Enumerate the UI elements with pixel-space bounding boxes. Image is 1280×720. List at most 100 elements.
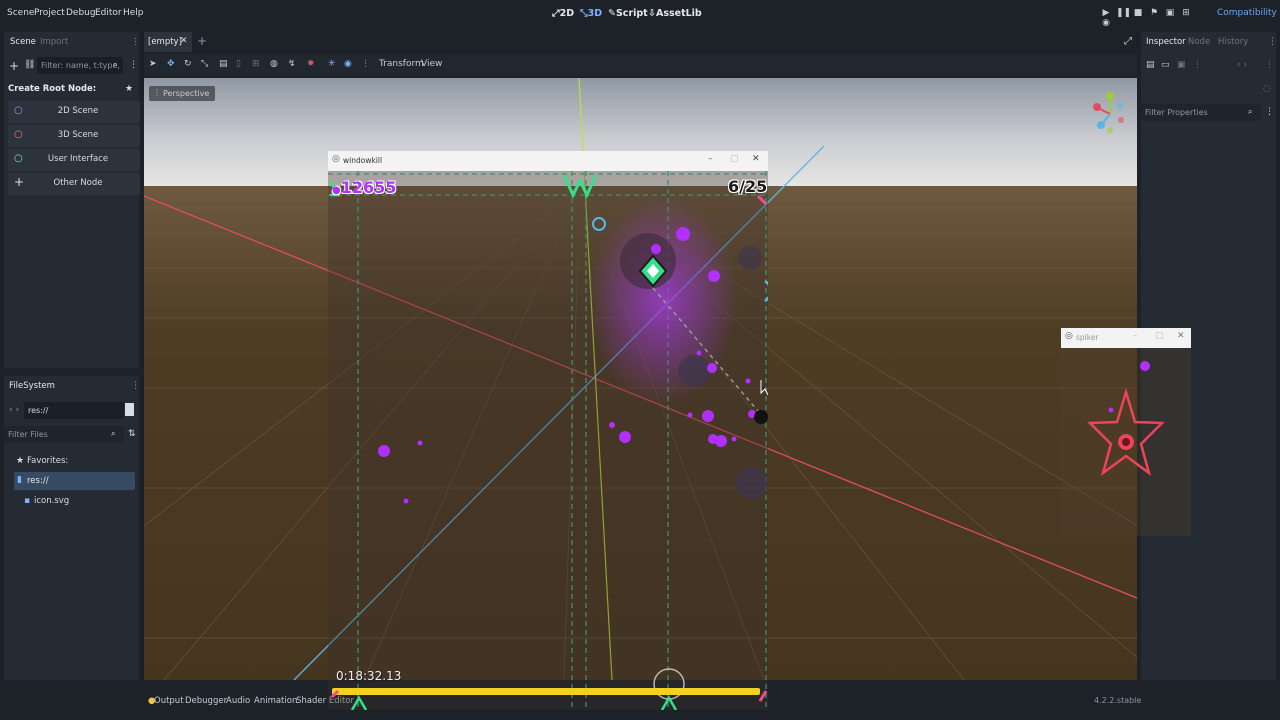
tab-audio[interactable]: Audio: [226, 696, 250, 706]
menu-editor[interactable]: Editor: [95, 8, 122, 18]
object-history-icon[interactable]: ◌: [1263, 84, 1271, 94]
globe-icon[interactable]: ◉: [344, 59, 352, 69]
transform-menu[interactable]: Transform: [379, 59, 424, 69]
score-icon: ●: [332, 185, 341, 196]
add-node-icon[interactable]: +: [9, 59, 19, 73]
spiker-window[interactable]: ◎ spiker – ▢ ✕: [1061, 328, 1191, 536]
close-icon[interactable]: ✕: [1177, 331, 1185, 341]
link-icon[interactable]: ⛓: [24, 60, 35, 70]
game-window-titlebar[interactable]: ◎ windowkill – ▢ ✕: [328, 151, 768, 171]
tab-output[interactable]: Output: [154, 696, 184, 706]
root-user-interface-button[interactable]: ○ User Interface: [8, 149, 140, 171]
view-menu[interactable]: View: [421, 59, 442, 69]
shadow-blob: [736, 467, 768, 499]
sort-icon[interactable]: ⇅: [128, 429, 136, 439]
mode-script-button[interactable]: ✎Script: [608, 8, 648, 19]
tab-empty-scene[interactable]: [empty] ✕: [144, 32, 192, 52]
group-icon[interactable]: ⊞: [252, 59, 260, 69]
filter-properties-input[interactable]: Filter Properties ⌕: [1141, 104, 1261, 121]
menu-project[interactable]: Project: [34, 8, 65, 18]
tab-scene[interactable]: Scene: [10, 37, 36, 47]
maximize-icon[interactable]: ▢: [730, 154, 739, 164]
scene-filter-input[interactable]: Filter: name, t:type, ⌕: [37, 57, 123, 74]
root-other-node-button[interactable]: + Other Node: [8, 173, 140, 195]
menu-bar: Scene Project Debug Editor Help ⤢2D ⤡3D …: [0, 0, 1280, 30]
search-icon: ⌕: [111, 429, 116, 438]
move-tool-icon[interactable]: ✥: [167, 59, 175, 69]
scene-dock: Scene Import ⋮ + ⛓ Filter: name, t:type,…: [4, 32, 140, 368]
minimize-icon[interactable]: –: [708, 154, 713, 164]
folder-icon: ▮: [17, 475, 22, 485]
rotate-tool-icon[interactable]: ↻: [184, 59, 192, 69]
minimize-icon[interactable]: –: [1133, 331, 1138, 341]
ruler-icon[interactable]: ▤: [219, 59, 228, 69]
tab-history[interactable]: History: [1218, 37, 1248, 47]
mode-2d-button[interactable]: ⤢2D: [552, 8, 574, 19]
menu-scene[interactable]: Scene: [7, 8, 34, 18]
corner-marker: [756, 194, 768, 206]
distraction-free-icon[interactable]: ⤢: [1124, 36, 1132, 47]
stop-icon[interactable]: ■: [1132, 8, 1144, 18]
dock-menu-icon[interactable]: ⋮: [131, 381, 140, 391]
play-custom-icon[interactable]: ⊞: [1180, 8, 1192, 18]
dock-menu-icon[interactable]: ⋮: [1268, 37, 1277, 47]
close-icon[interactable]: ✕: [180, 36, 188, 46]
tab-inspector[interactable]: Inspector: [1146, 37, 1186, 47]
2d-icon: ⤢: [552, 8, 560, 19]
lock-icon[interactable]: ▯: [236, 59, 241, 69]
filter-files-input[interactable]: Filter Files ⌕: [4, 426, 124, 443]
menu-debug[interactable]: Debug: [66, 8, 96, 18]
sun-icon[interactable]: ✹: [307, 59, 315, 69]
resource-menu-icon[interactable]: ⋮: [1193, 60, 1202, 70]
view-gizmo[interactable]: [1090, 90, 1130, 138]
play-icon[interactable]: ▶: [1100, 8, 1112, 18]
spiker-titlebar[interactable]: ◎ spiker – ▢ ✕: [1061, 328, 1191, 348]
renderer-select[interactable]: Compatibility: [1217, 8, 1277, 18]
close-icon[interactable]: ✕: [752, 154, 760, 164]
nav-back-icon[interactable]: ‹ ›: [9, 405, 19, 415]
mode-assetlib-button[interactable]: ⇩AssetLib: [648, 8, 702, 19]
root-2d-scene-button[interactable]: ○ 2D Scene: [8, 101, 140, 123]
load-resource-icon[interactable]: ▭: [1161, 60, 1170, 70]
tab-import[interactable]: Import: [40, 37, 68, 47]
history-menu-icon[interactable]: ⋮: [1265, 60, 1274, 70]
maximize-icon[interactable]: ▢: [1155, 331, 1164, 341]
remote-debug-icon[interactable]: ⚑: [1148, 8, 1160, 18]
tree-item-icon-svg[interactable]: ▪ icon.svg: [22, 494, 132, 510]
properties-menu-icon[interactable]: ⋮: [1265, 107, 1274, 117]
select-tool-icon[interactable]: ➤: [149, 59, 157, 69]
local-space-icon[interactable]: ◍: [270, 59, 278, 69]
history-nav-icon[interactable]: ‹ ›: [1237, 60, 1247, 70]
menu-help[interactable]: Help: [123, 8, 144, 18]
image-file-icon: ▪: [24, 496, 31, 506]
save-resource-icon[interactable]: ▣: [1177, 60, 1186, 70]
play-scene-icon[interactable]: ▣: [1164, 8, 1176, 18]
new-resource-icon[interactable]: ▤: [1146, 60, 1155, 70]
tab-animation[interactable]: Animation: [254, 696, 297, 706]
mode-3d-button[interactable]: ⤡3D: [580, 8, 602, 19]
scene-options-icon[interactable]: ⋮: [129, 60, 138, 70]
favorite-star-icon[interactable]: ★: [125, 84, 133, 94]
root-3d-scene-button[interactable]: ○ 3D Scene: [8, 125, 140, 147]
app-icon: ◎: [1065, 331, 1073, 341]
snap-icon[interactable]: ↯: [288, 59, 296, 69]
scale-tool-icon[interactable]: ⤡: [201, 59, 208, 69]
search-icon: ⌕: [113, 60, 118, 69]
split-view-icon[interactable]: [125, 403, 134, 416]
dock-menu-icon[interactable]: ⋮: [131, 37, 140, 47]
filesystem-title: FileSystem: [9, 381, 55, 391]
environment-icon[interactable]: ✳: [328, 59, 336, 69]
tab-debugger[interactable]: Debugger: [185, 696, 227, 706]
add-tab-icon[interactable]: +: [197, 34, 207, 48]
tab-node[interactable]: Node: [1188, 37, 1210, 47]
game-window[interactable]: ◎ windowkill – ▢ ✕ ●12655 6/25 0:18:32.1…: [328, 151, 768, 710]
scene-tab-bar: [empty] ✕ + ⤢: [144, 32, 1137, 52]
pause-icon[interactable]: ❚❚: [1116, 8, 1131, 18]
tree-item-res[interactable]: ▮ res://: [14, 472, 135, 490]
perspective-button[interactable]: ⋮ Perspective: [149, 86, 216, 101]
shadow-blob: [738, 246, 762, 270]
movie-icon[interactable]: ◉: [1100, 18, 1112, 28]
black-enemy: [754, 410, 768, 424]
path-field[interactable]: res://: [24, 402, 124, 419]
toolbar-menu-icon[interactable]: ⋮: [361, 59, 370, 69]
